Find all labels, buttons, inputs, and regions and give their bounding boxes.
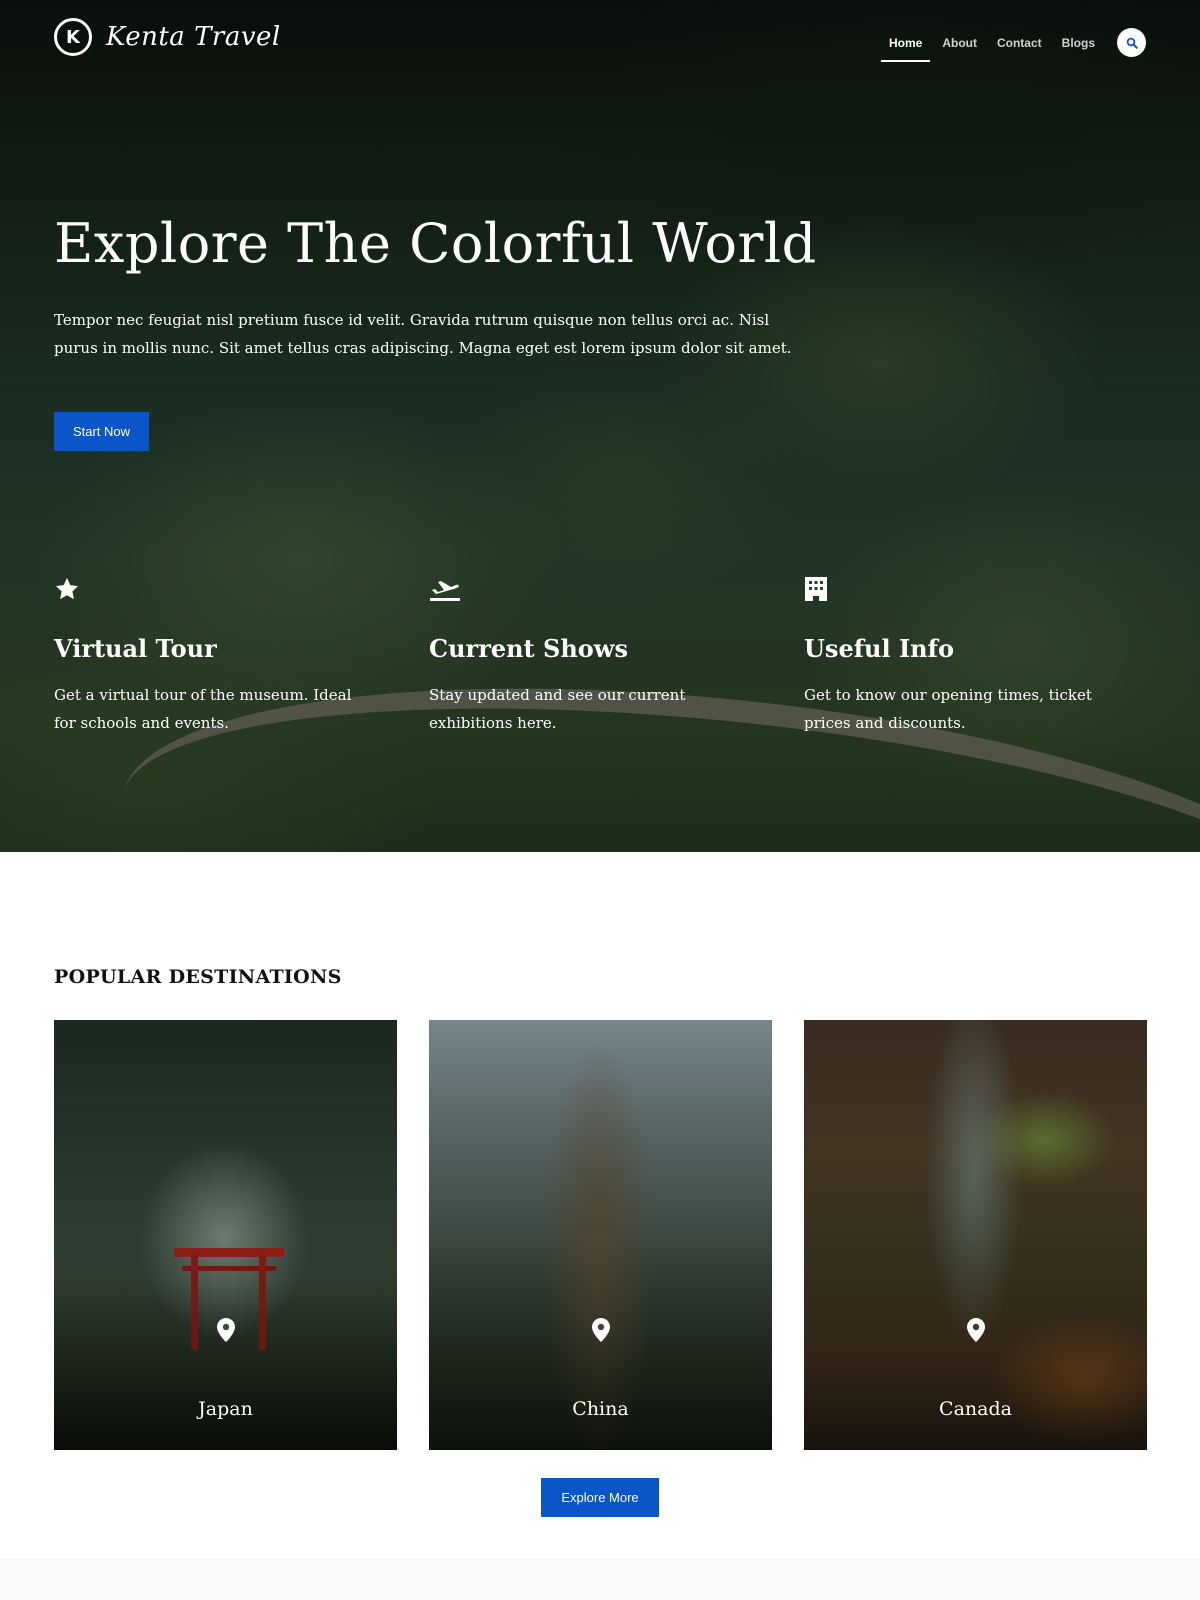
destination-card-china[interactable]: China [429,1020,772,1450]
building-icon [805,577,827,601]
feature-virtual-tour: Virtual Tour Get a virtual tour of the m… [54,576,374,737]
map-pin-icon [591,1318,610,1342]
nav-item-contact[interactable]: Contact [997,32,1042,54]
destination-card-canada[interactable]: Canada [804,1020,1147,1450]
explore-more-button[interactable]: Explore More [541,1478,659,1517]
card-overlay [429,1020,772,1450]
feature-useful-info: Useful Info Get to know our opening time… [804,576,1124,737]
card-overlay [54,1020,397,1450]
feature-title: Useful Info [804,634,954,663]
destination-card-japan[interactable]: Japan [54,1020,397,1450]
footer-band [0,1558,1200,1600]
feature-text: Stay updated and see our current exhibit… [429,686,686,732]
card-overlay [804,1020,1147,1450]
feature-title: Current Shows [429,634,628,663]
destination-name: China [572,1398,629,1420]
map-pin-icon [216,1318,235,1342]
nav-item-about[interactable]: About [942,32,977,54]
destination-name: Japan [198,1398,253,1420]
nav-item-blogs[interactable]: Blogs [1062,32,1095,54]
hero-section: K Kenta Travel Home About Contact Blogs … [0,0,1200,852]
logo-text: Kenta Travel [106,22,281,52]
star-icon [55,577,79,600]
feature-current-shows: Current Shows Stay updated and see our c… [429,576,749,737]
hero-description: Tempor nec feugiat nisl pretium fusce id… [54,311,792,357]
start-now-button[interactable]: Start Now [54,412,149,451]
nav-item-home[interactable]: Home [880,32,931,62]
logo-badge-icon: K [54,18,92,56]
search-button[interactable] [1117,28,1146,57]
feature-text: Get a virtual tour of the museum. Ideal … [54,686,352,732]
hero-title: Explore The Colorful World [54,212,817,275]
main-nav: Home About Contact Blogs [869,28,1146,62]
search-icon [1126,37,1138,49]
popular-destinations-heading: POPULAR DESTINATIONS [54,966,342,988]
destination-name: Canada [939,1398,1012,1420]
map-pin-icon [966,1318,985,1342]
site-logo[interactable]: K Kenta Travel [54,18,281,56]
feature-title: Virtual Tour [54,634,217,663]
feature-text: Get to know our opening times, ticket pr… [804,686,1092,732]
plane-departure-icon [430,581,460,601]
